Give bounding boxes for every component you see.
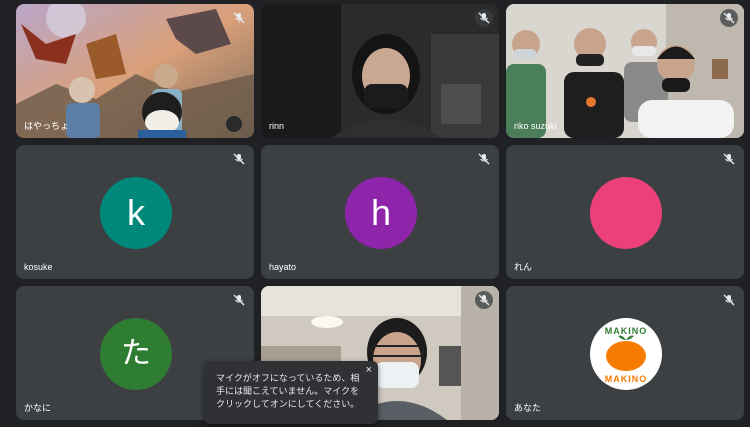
mic-off-icon [720, 9, 738, 27]
participant-tile-riko-suzuki[interactable]: riko suzuki [506, 4, 744, 138]
participant-name: rinn [269, 121, 285, 131]
avatar [590, 177, 662, 249]
mic-off-icon [232, 11, 246, 25]
participant-tile-rinn[interactable]: rinn [261, 4, 499, 138]
close-icon[interactable]: × [366, 365, 372, 376]
participant-tile-hayaccho[interactable]: はやっちょ [16, 4, 254, 138]
participant-name: はやっちょ [24, 121, 70, 131]
avatar: た [100, 318, 172, 390]
video-feed-dragon-background [16, 4, 254, 138]
participant-name: riko suzuki [514, 121, 557, 131]
participant-name: かなに [24, 403, 52, 413]
mic-off-icon [477, 152, 491, 166]
notification-message: マイクがオフになっているため、相手には聞こえていません。マイクをクリックしてオン… [216, 373, 360, 409]
mic-off-icon [232, 152, 246, 166]
mic-off-icon [475, 9, 493, 27]
video-feed [261, 4, 499, 138]
video-feed [506, 4, 744, 138]
participant-tile-you[interactable]: MAKINO MAKINO あなた [506, 286, 744, 420]
participant-tile-hayato[interactable]: h hayato [261, 145, 499, 279]
participant-name: kosuke [24, 262, 53, 272]
participant-name: れん [514, 262, 533, 272]
makino-logo: MAKINO MAKINO [590, 318, 662, 390]
mic-off-icon [475, 291, 493, 309]
mic-off-icon [722, 152, 736, 166]
participant-name: hayato [269, 262, 297, 272]
participant-name: あなた [514, 403, 542, 413]
mic-off-notification: マイクがオフになっているため、相手には聞こえていません。マイクをクリックしてオン… [204, 361, 378, 424]
avatar: k [100, 177, 172, 249]
svg-text:MAKINO: MAKINO [605, 326, 648, 336]
participant-tile-ren[interactable]: れん [506, 145, 744, 279]
mic-off-icon [722, 293, 736, 307]
svg-text:MAKINO: MAKINO [605, 374, 648, 384]
participant-tile-kosuke[interactable]: k kosuke [16, 145, 254, 279]
mic-off-icon [232, 293, 246, 307]
avatar: h [345, 177, 417, 249]
